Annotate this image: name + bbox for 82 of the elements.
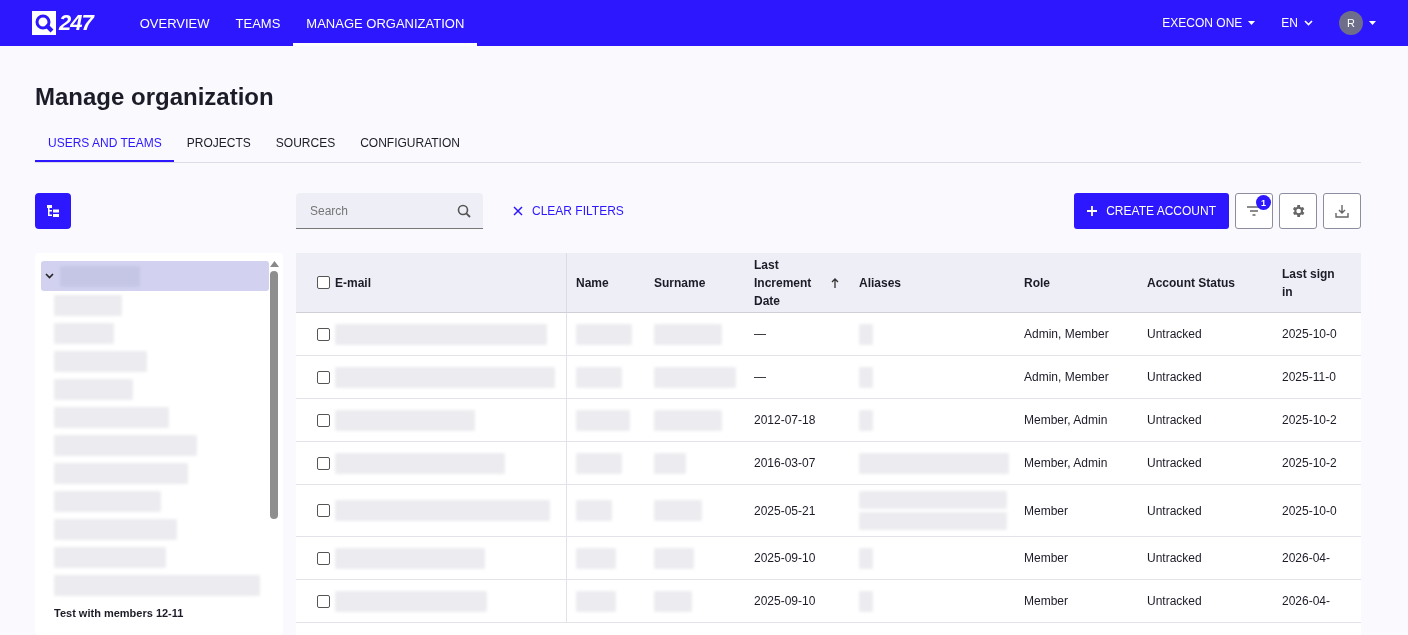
tree-icon xyxy=(46,204,60,218)
table-cell-text: Member, Admin xyxy=(1023,455,1109,472)
table-cell-text: Untracked xyxy=(1146,369,1203,386)
tree-view-button[interactable] xyxy=(35,193,71,229)
download-button[interactable] xyxy=(1323,193,1361,229)
filter-count-badge: 1 xyxy=(1256,195,1271,210)
nav-tab[interactable]: OVERVIEW xyxy=(126,0,223,46)
table-cell-text: Admin, Member xyxy=(1023,326,1110,343)
language-dropdown[interactable]: EN xyxy=(1281,16,1313,30)
table-cell-text: 2025-09-10 xyxy=(753,593,817,610)
row-checkbox[interactable] xyxy=(317,370,330,384)
table-cell-text: 2026-04- xyxy=(1281,593,1332,610)
tree-item[interactable]: Test with members 12-11 xyxy=(54,607,184,619)
chevron-down-icon xyxy=(1304,20,1313,26)
column-header[interactable]: Account Status xyxy=(1147,273,1235,292)
arrow-up-icon xyxy=(831,277,839,288)
logo-icon xyxy=(32,11,56,35)
page-tab[interactable]: USERS AND TEAMS xyxy=(35,126,174,162)
page-tab[interactable]: PROJECTS xyxy=(173,126,263,162)
scrollbar-thumb[interactable] xyxy=(270,271,278,519)
nav-tab[interactable]: TEAMS xyxy=(222,0,294,46)
column-header[interactable]: Last sign in xyxy=(1282,264,1342,301)
table-cell-text: Member xyxy=(1023,502,1069,520)
page-tab[interactable]: SOURCES xyxy=(262,126,348,162)
download-icon xyxy=(1335,204,1349,218)
settings-button[interactable] xyxy=(1279,193,1317,229)
table-cell-text: Untracked xyxy=(1146,326,1203,343)
caret-icon xyxy=(1369,21,1376,25)
table-cell-text: Member xyxy=(1023,593,1069,610)
search-input[interactable]: Search xyxy=(308,202,457,219)
table-cell-text: Untracked xyxy=(1146,593,1203,610)
plus-icon xyxy=(1087,206,1098,216)
close-icon xyxy=(513,206,523,216)
row-checkbox[interactable] xyxy=(317,594,330,608)
clear-filters-button[interactable]: CLEAR FILTERS xyxy=(507,203,630,219)
table-cell-text: 2025-10-0 xyxy=(1281,326,1338,343)
filter-icon xyxy=(1247,206,1261,216)
table-cell-text: 2025-10-2 xyxy=(1281,455,1338,472)
row-checkbox[interactable] xyxy=(317,551,330,565)
table-cell-text: 2025-05-21 xyxy=(753,502,817,520)
table-cell-text: — xyxy=(753,326,767,343)
table-cell-text: Untracked xyxy=(1146,455,1203,472)
table-cell-text: Member xyxy=(1023,550,1069,567)
chevron-icon xyxy=(45,273,54,279)
table-cell-text: Untracked xyxy=(1146,412,1203,429)
column-header[interactable]: Aliases xyxy=(859,273,902,292)
table-cell-text: 2025-10-0 xyxy=(1281,502,1338,520)
table-cell-text: Untracked xyxy=(1146,550,1203,567)
row-checkbox[interactable] xyxy=(317,413,330,427)
table-cell-text: Admin, Member xyxy=(1023,369,1110,386)
table-cell-text: Member, Admin xyxy=(1023,412,1109,429)
table-cell-text: 2016-03-07 xyxy=(753,455,817,472)
column-header[interactable]: Surname xyxy=(654,273,706,292)
row-checkbox[interactable] xyxy=(317,504,330,517)
scroll-up-icon[interactable] xyxy=(269,261,279,267)
search-icon xyxy=(457,203,471,218)
select-all-checkbox[interactable] xyxy=(317,276,330,289)
table-cell-text: Untracked xyxy=(1146,502,1203,520)
nav-tab[interactable]: MANAGE ORGANIZATION xyxy=(293,0,478,46)
page-tab[interactable]: CONFIGURATION xyxy=(347,126,472,162)
user-menu[interactable]: R xyxy=(1339,11,1376,35)
settings-icon xyxy=(1290,203,1306,219)
column-header[interactable]: Last Increment Date xyxy=(754,255,839,310)
logo-text: 247 xyxy=(59,10,93,36)
table-cell-text: 2025-09-10 xyxy=(753,550,817,567)
create-account-button[interactable]: CREATE ACCOUNT xyxy=(1074,193,1229,229)
table-cell-text: — xyxy=(753,369,767,386)
avatar: R xyxy=(1339,11,1363,35)
table-cell-text: 2012-07-18 xyxy=(753,412,817,429)
table-cell-text: 2026-04- xyxy=(1281,550,1332,567)
filter-button[interactable]: 1 xyxy=(1235,193,1273,229)
search-field[interactable]: Search xyxy=(296,193,483,229)
page-title: Manage organization xyxy=(35,82,275,112)
row-checkbox[interactable] xyxy=(317,327,330,341)
caret-icon xyxy=(1248,21,1256,25)
column-header[interactable]: Role xyxy=(1024,273,1050,292)
table-cell-text: 2025-10-2 xyxy=(1281,412,1338,429)
column-header[interactable]: E-mail xyxy=(335,273,371,292)
column-header[interactable]: Name xyxy=(576,273,609,292)
row-checkbox[interactable] xyxy=(317,456,330,470)
table-cell-text: 2025-11-0 xyxy=(1281,369,1337,386)
organization-dropdown[interactable]: EXECON ONE xyxy=(1162,16,1256,30)
